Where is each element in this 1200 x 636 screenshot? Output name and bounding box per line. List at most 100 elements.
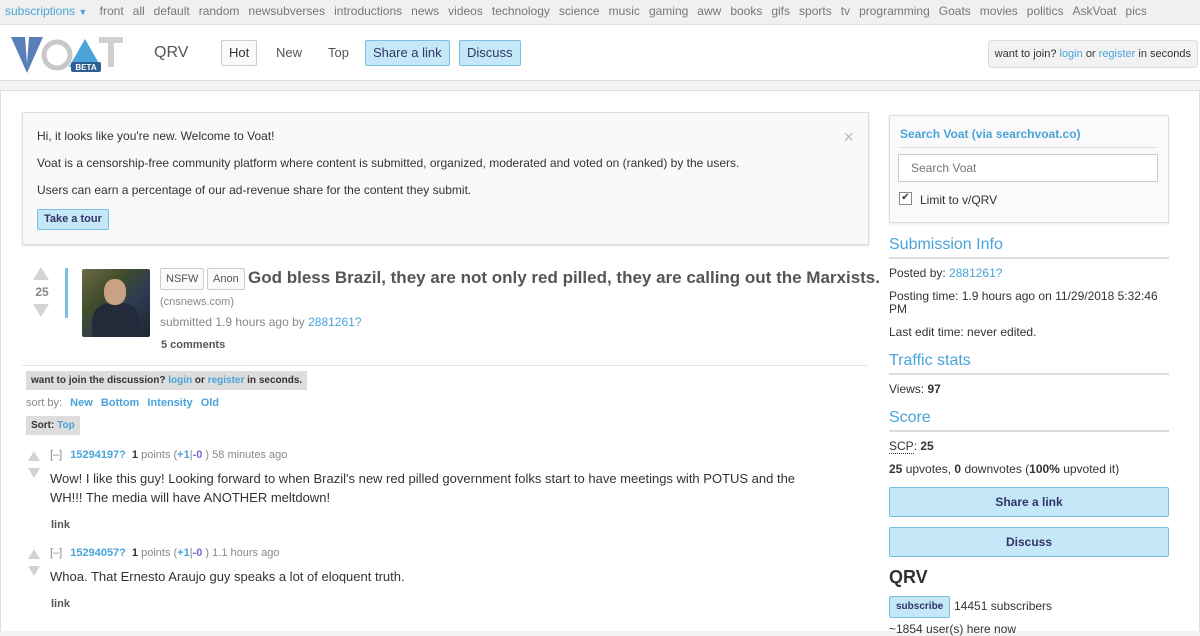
scp-colon: : <box>913 439 918 453</box>
discussion-register-link[interactable]: register <box>208 375 245 386</box>
topnav-item-askvoat[interactable]: AskVoat <box>1072 4 1116 18</box>
search-heading[interactable]: Search Voat (via searchvoat.co) <box>900 127 1156 148</box>
topnav-item-all[interactable]: all <box>133 4 145 18</box>
topnav-item-technology[interactable]: technology <box>492 4 550 18</box>
topnav-item-politics[interactable]: politics <box>1027 4 1064 18</box>
search-panel: Search Voat (via searchvoat.co) ✔ Limit … <box>889 115 1169 223</box>
topnav-item-movies[interactable]: movies <box>980 4 1018 18</box>
subscriptions-label: subscriptions <box>5 4 76 18</box>
thumbnail-figure <box>92 303 140 337</box>
topnav-item-videos[interactable]: videos <box>448 4 483 18</box>
points-close: ) <box>205 449 210 461</box>
tab-new[interactable]: New <box>268 40 310 66</box>
current-sort-value[interactable]: Top <box>57 420 75 431</box>
topnav-item-pics[interactable]: pics <box>1126 4 1147 18</box>
topnav-item-programming[interactable]: programming <box>859 4 930 18</box>
limit-checkbox-label[interactable]: Limit to v/QRV <box>920 193 997 207</box>
sidebar-share-link-button[interactable]: Share a link <box>889 487 1169 517</box>
comment-header: [–] 15294197? 1 points (+1|-0 ) 58 minutes… <box>50 449 287 461</box>
downvote-arrow-icon[interactable] <box>28 566 40 576</box>
sort-label: Sort: <box>31 420 55 431</box>
comment-author-link[interactable]: 15294057? <box>70 547 126 559</box>
topnav-item-introductions[interactable]: introductions <box>334 4 402 18</box>
topnav-item-books[interactable]: books <box>730 4 762 18</box>
subscriptions-dropdown[interactable]: subscriptions ▼ <box>5 4 87 18</box>
sidebar-subverse-name[interactable]: QRV <box>889 567 1169 587</box>
post-author-link[interactable]: 2881261? <box>308 315 361 329</box>
chevron-down-icon: ▼ <box>78 7 88 17</box>
posted-by-label: Posted by: <box>889 266 946 280</box>
take-tour-button[interactable]: Take a tour <box>37 209 109 230</box>
downvotes-label: downvotes ( <box>964 462 1030 476</box>
scp-label: SCP <box>889 439 914 454</box>
upvote-arrow-icon[interactable] <box>28 451 40 461</box>
topnav-item-sports[interactable]: sports <box>799 4 832 18</box>
post-thumbnail[interactable] <box>82 269 150 337</box>
discuss-button[interactable]: Discuss <box>459 40 521 66</box>
downvote-arrow-icon[interactable] <box>28 468 40 478</box>
posted-by-line: Posted by: 2881261? <box>889 267 1169 280</box>
comment-permalink[interactable]: link <box>51 598 70 610</box>
domain-link[interactable]: cnsnews.com <box>164 296 231 308</box>
login-link[interactable]: login <box>1060 48 1083 60</box>
post-accent-bar <box>65 268 68 318</box>
topnav-item-science[interactable]: science <box>559 4 600 18</box>
views-label: Views: <box>889 382 925 396</box>
join-discussion-prompt: want to join the discussion? login or re… <box>26 371 308 390</box>
share-link-button[interactable]: Share a link <box>365 40 450 66</box>
sort-option-old[interactable]: Old <box>201 397 219 409</box>
join-discussion-text: want to join the discussion? <box>31 375 166 386</box>
sort-option-new[interactable]: New <box>70 397 93 409</box>
topnav-item-default[interactable]: default <box>154 4 190 18</box>
collapse-toggle[interactable]: [–] <box>50 449 62 461</box>
comment-time: 58 minutes ago <box>212 449 288 461</box>
submission-info-heading: Submission Info <box>889 236 1169 259</box>
topnav-item-music[interactable]: music <box>609 4 640 18</box>
nsfw-tag: NSFW <box>160 268 205 290</box>
upvote-arrow-icon[interactable] <box>33 267 49 280</box>
post-domain: (cnsnews.com) <box>160 296 234 308</box>
tab-hot[interactable]: Hot <box>221 40 258 66</box>
comment-points: 1 <box>131 449 139 461</box>
topnav-item-front[interactable]: front <box>100 4 124 18</box>
logo-badge: BETA <box>75 63 96 72</box>
topnav-item-aww[interactable]: aww <box>697 4 721 18</box>
comment-permalink[interactable]: link <box>51 519 70 531</box>
sidebar-discuss-button[interactable]: Discuss <box>889 527 1169 557</box>
topnav-item-news[interactable]: news <box>411 4 439 18</box>
subverse-title[interactable]: QRV <box>154 44 188 62</box>
search-input[interactable] <box>898 154 1158 182</box>
posted-by-link[interactable]: 2881261? <box>949 266 1002 280</box>
topnav-item-gifs[interactable]: gifs <box>771 4 790 18</box>
upvote-count: +1 <box>177 547 190 559</box>
register-link[interactable]: register <box>1099 48 1136 60</box>
comment-header: [–] 15294057? 1 points (+1|-0 ) 1.1 hours … <box>50 547 279 559</box>
voat-logo[interactable]: BETA <box>11 35 126 77</box>
topnav-item-gaming[interactable]: gaming <box>649 4 688 18</box>
post-title[interactable]: God bless Brazil, they are not only red … <box>248 268 880 288</box>
welcome-panel: Hi, it looks like you're new. Welcome to… <box>22 112 869 245</box>
scp-line: SCP: 25 <box>889 439 1169 454</box>
comments-count-link[interactable]: 5 comments <box>161 339 225 351</box>
sort-option-bottom[interactable]: Bottom <box>101 397 140 409</box>
upvote-arrow-icon[interactable] <box>28 549 40 559</box>
collapse-toggle[interactable]: [–] <box>50 547 62 559</box>
site-header: BETA QRV Hot New Top Share a link Discus… <box>0 25 1200 81</box>
topnav-item-newsubverses[interactable]: newsubverses <box>248 4 325 18</box>
points-close: ) <box>205 547 210 559</box>
tab-top[interactable]: Top <box>320 40 357 66</box>
comment-time: 1.1 hours ago <box>212 547 280 559</box>
downvote-arrow-icon[interactable] <box>33 304 49 317</box>
limit-checkbox[interactable]: ✔ <box>899 192 912 205</box>
welcome-line-1: Hi, it looks like you're new. Welcome to… <box>37 129 275 143</box>
sort-option-intensity[interactable]: Intensity <box>147 397 192 409</box>
subscribe-button[interactable]: subscribe <box>889 596 951 618</box>
topnav-item-random[interactable]: random <box>199 4 240 18</box>
close-icon[interactable]: × <box>843 127 854 148</box>
topnav-item-goats[interactable]: Goats <box>939 4 971 18</box>
topnav-item-tv[interactable]: tv <box>841 4 850 18</box>
post-submitted-line: submitted 1.9 hours ago by 2881261? <box>160 315 362 329</box>
comment-author-link[interactable]: 15294197? <box>70 449 126 461</box>
discussion-login-link[interactable]: login <box>168 375 192 386</box>
points-label: points ( <box>141 547 178 559</box>
